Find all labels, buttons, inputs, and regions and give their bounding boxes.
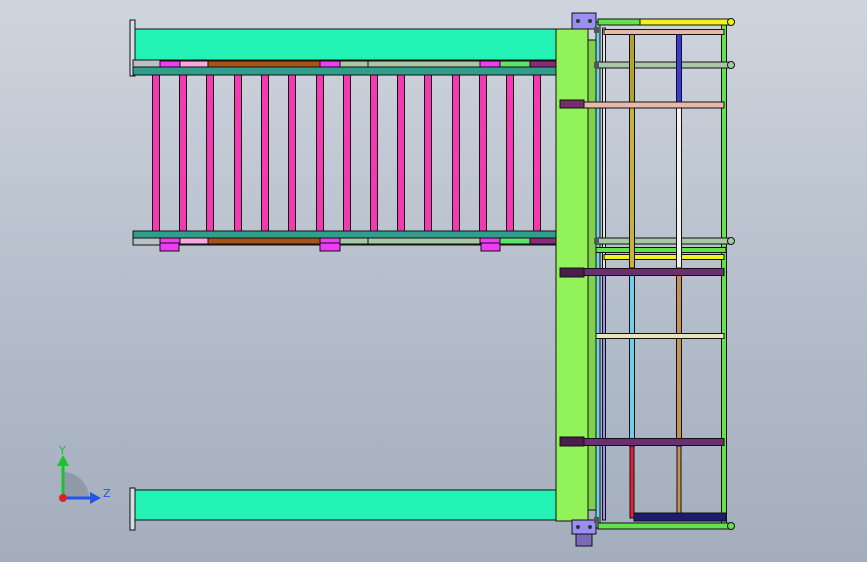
rail-clip-bracket [480,242,501,252]
bottom-rail-segment [367,237,481,245]
rung [343,74,351,232]
bottom-handrail [597,522,733,530]
cad-viewport[interactable]: YZ [0,0,867,562]
rail-clip-bracket [319,242,341,252]
steel-structure-model[interactable] [129,12,735,547]
top-beam [134,28,557,62]
rung [288,74,296,232]
bottom-mount-bracket [571,519,597,535]
mid-handrail-yellow [603,254,725,260]
top-rail-segment [159,60,181,68]
rung [452,74,460,232]
rung [397,74,405,232]
flange-pin [594,27,599,33]
triad-origin [59,494,67,502]
bolt [588,19,592,23]
flange-pin [594,238,599,244]
model-drawing[interactable]: YZ [0,0,867,562]
floor-plate [633,512,727,522]
cross-beam-purple-upper [559,268,725,276]
bottom-rail-segment [207,237,321,245]
top-rail-lower [132,66,558,76]
top-rail-segment [207,60,321,68]
top-rail-segment [479,60,501,68]
bottom-rail-segment [529,237,557,245]
rung [234,74,242,232]
cross-beam-upper [559,101,725,109]
cross-beam-pale [595,333,725,339]
rail-clip-bracket [159,242,180,252]
grid-post-tan-lower [676,445,682,519]
top-handrail-green [597,18,641,26]
bolt [588,525,592,529]
grid-post-tan [676,269,682,447]
bolt [576,525,580,529]
rung [152,74,160,232]
top-rail-segment [339,60,369,68]
bottom-mount-foot [575,533,593,547]
grid-post-blue [676,31,682,107]
z-axis-arrow [90,492,101,504]
bolt [576,19,580,23]
top-rail-segment [529,60,557,68]
grid-post-olive-lower [629,105,635,269]
mid-handrail-lower [595,237,733,245]
bottom-rail-segment [499,237,531,245]
y-axis-label: Y [58,444,66,457]
rung [206,74,214,232]
beam-joint-plate [559,267,585,278]
bottom-rail-segment [339,237,369,245]
handrail-end-cap [727,61,735,69]
cross-beam-top [603,29,725,35]
mid-handrail-upper [595,61,733,69]
bottom-rail-segment [179,237,209,245]
handrail-end-cap [727,18,735,26]
flange-pin [594,62,599,68]
mid-handrail-green [595,247,727,253]
top-rail-segment [179,60,209,68]
bottom-beam [134,489,557,521]
z-axis-label: Z [103,487,111,500]
grid-post-red [629,445,635,519]
rung [179,74,187,232]
rung [424,74,432,232]
grid-post-white [676,105,682,269]
rung [370,74,378,232]
grid-post-cyan [629,269,635,447]
beam-joint-plate [559,436,585,447]
top-rail-segment [367,60,481,68]
axis-triad: YZ [57,444,111,504]
ladder-bottom-rail [132,230,558,239]
cross-beam-purple-lower [559,438,725,446]
handrail-end-cap [727,237,735,245]
beam-joint-plate [559,99,585,109]
rung [316,74,324,232]
top-mount-bracket [571,12,597,30]
rung [533,74,541,232]
triad-plane [63,472,89,498]
top-rail-segment [319,60,341,68]
rung [479,74,487,232]
rung [506,74,514,232]
rung [261,74,269,232]
handrail-end-cap [727,522,735,530]
flange-pin [594,517,599,523]
grid-post-lilac [602,269,606,521]
end-plate-bottom [129,487,136,531]
top-rail-segment [499,60,531,68]
